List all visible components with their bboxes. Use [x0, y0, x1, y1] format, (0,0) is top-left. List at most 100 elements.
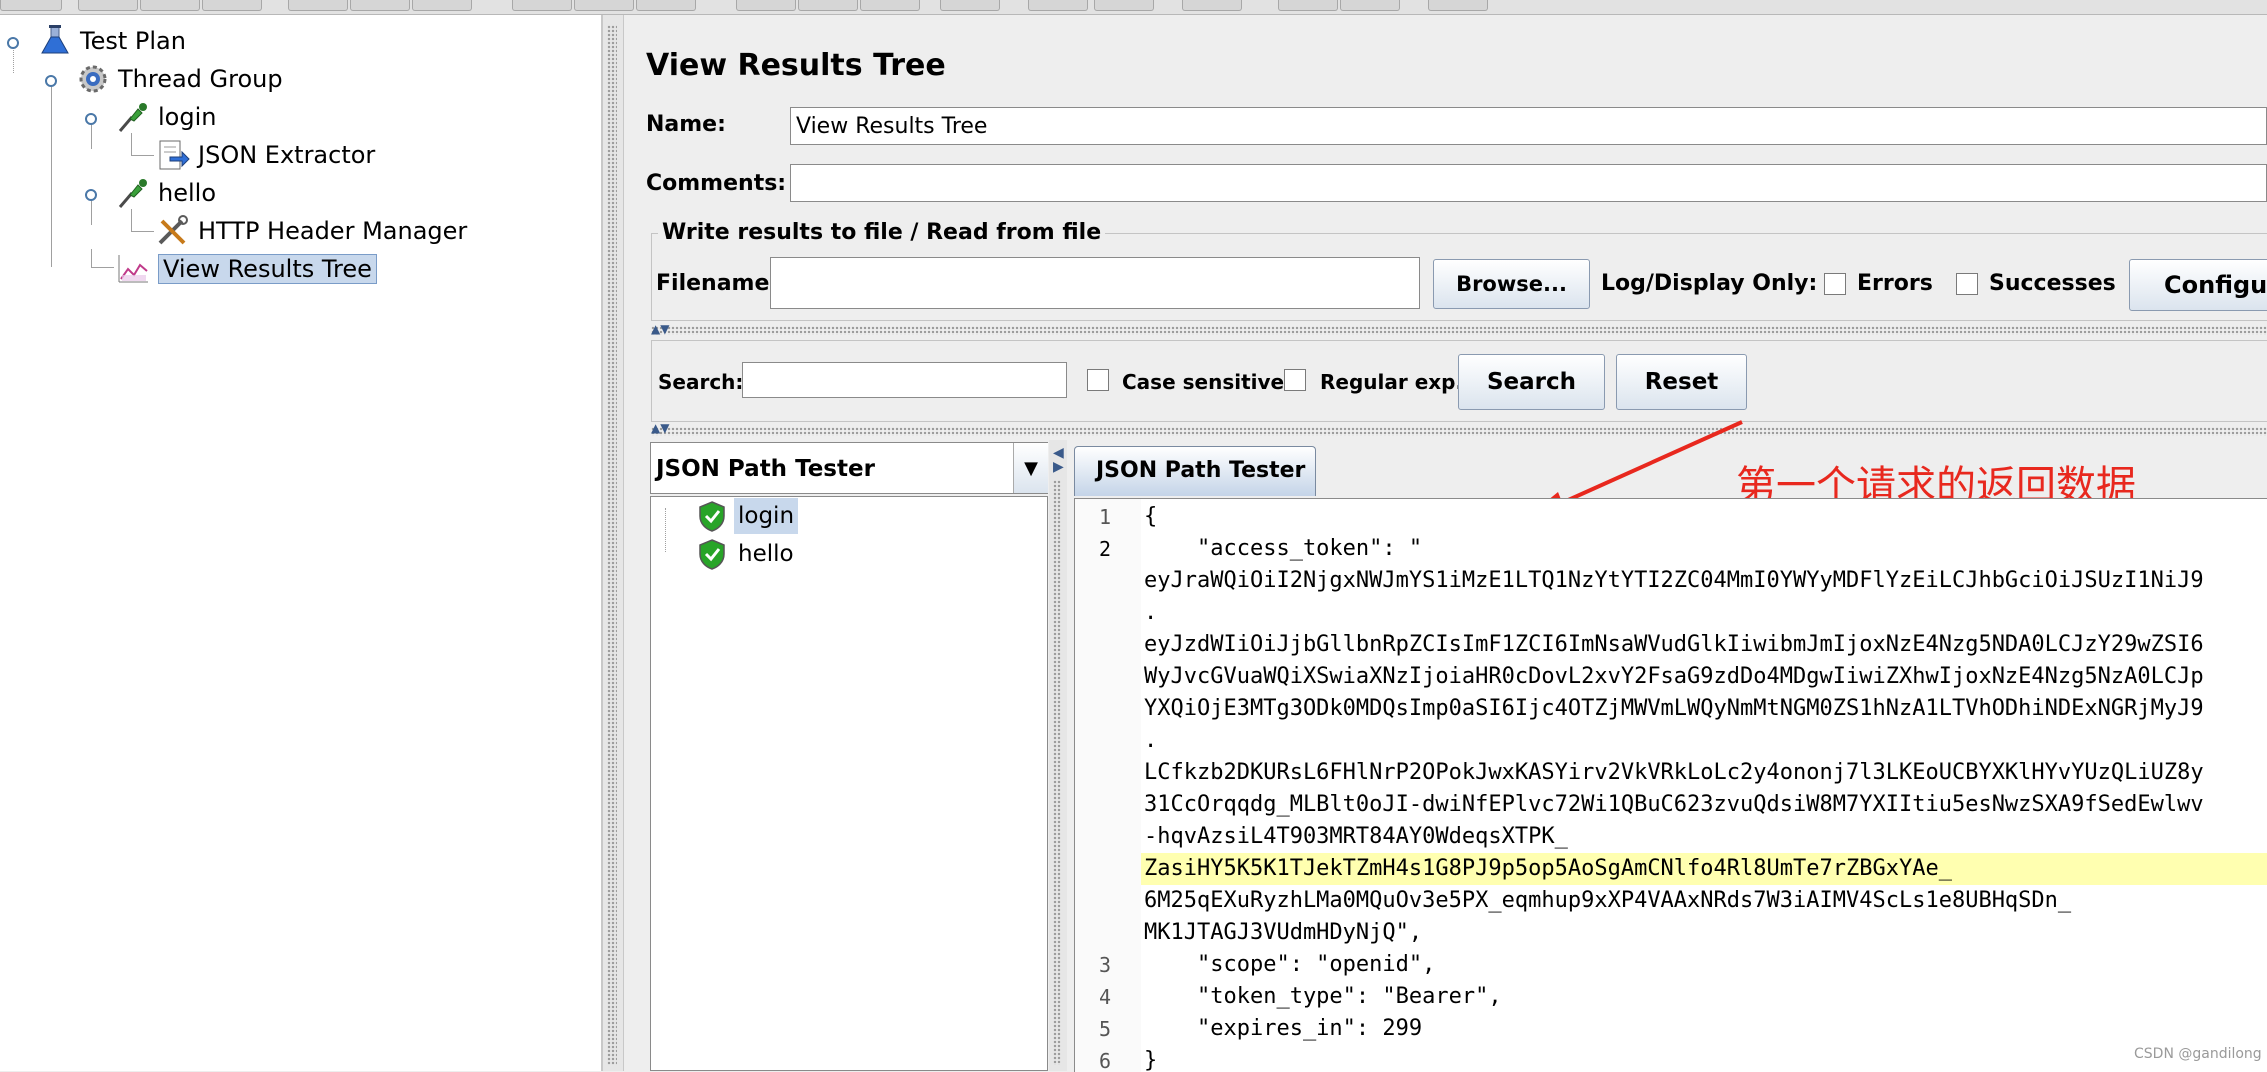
line-number: 5	[1098, 1017, 1111, 1041]
renderer-select[interactable]: JSON Path Tester ▼	[650, 442, 1048, 494]
search-button[interactable]: Search	[1458, 354, 1605, 410]
toolbar-button[interactable]	[1428, 0, 1488, 11]
regular-exp-checkbox[interactable]	[1284, 369, 1306, 391]
tree-connector	[51, 81, 52, 267]
filename-field[interactable]	[770, 257, 1420, 309]
search-input[interactable]	[742, 362, 1067, 398]
test-plan-tree: Test Plan Thread Group login JSON Extrac…	[0, 15, 602, 1071]
panel-splitter[interactable]	[602, 15, 624, 1071]
comments-label: Comments:	[646, 171, 787, 196]
configure-button[interactable]: Configure	[2129, 259, 2267, 311]
toolbar-button[interactable]	[574, 0, 634, 11]
toolbar-button[interactable]	[860, 0, 920, 11]
tree-node-label: Test Plan	[80, 27, 186, 55]
chart-icon	[116, 253, 150, 285]
tree-node-test-plan[interactable]: Test Plan	[38, 25, 186, 57]
toolbar-button[interactable]	[798, 0, 858, 11]
log-display-label: Log/Display Only:	[1601, 271, 1818, 296]
name-label: Name:	[646, 112, 726, 137]
tree-connector	[131, 133, 154, 156]
tab-json-path-tester[interactable]: JSON Path Tester	[1074, 446, 1316, 496]
results-list	[650, 496, 1048, 1071]
toolbar-button[interactable]	[350, 0, 410, 11]
case-sensitive-checkbox[interactable]	[1087, 369, 1109, 391]
toolbar-button[interactable]	[1094, 0, 1154, 11]
code-line: "access_token": "	[1144, 536, 1423, 561]
name-field[interactable]: View Results Tree	[790, 107, 2267, 145]
result-item-login[interactable]: login	[734, 498, 799, 534]
code-line: 31CcOrqqdg_MLBlt0oJI-dwiNfEPlvc72Wi1QBuC…	[1144, 792, 2204, 817]
tree-node-thread-group[interactable]: Thread Group	[76, 63, 283, 95]
code-line: YXQiOjE3MTg3ODk0MDQsImp0aSI6Ijc4OTZjMWVm…	[1144, 696, 2204, 721]
code-line: -hqvAzsiL4T903MRT84AY0WdeqsXTPK_	[1144, 824, 1568, 849]
toolbar-button[interactable]	[1182, 0, 1242, 11]
reset-button[interactable]: Reset	[1616, 354, 1747, 410]
toolbar-button[interactable]	[1340, 0, 1400, 11]
errors-checkbox[interactable]	[1824, 273, 1846, 295]
case-sensitive-label: Case sensitive	[1122, 370, 1285, 394]
collapse-arrows-icon[interactable]: ▲▼	[651, 421, 669, 435]
code-line: 6M25qEXuRyzhLMa0MQuOv3e5PX_eqmhup9xXP4VA…	[1144, 888, 2072, 913]
divider-grip[interactable]	[651, 326, 2267, 335]
tree-toggle[interactable]	[85, 113, 97, 125]
watermark: CSDN @gandilong	[2134, 1046, 2262, 1062]
toolbar-button[interactable]	[736, 0, 796, 11]
code-line: {	[1144, 504, 1158, 529]
tree-toggle[interactable]	[7, 37, 19, 49]
result-item-hello[interactable]: hello	[734, 536, 798, 572]
code-line: LCfkzb2DKURsL6FHlNrP2OPokJwxKASYirv2VkVR…	[1144, 760, 2204, 785]
successes-checkbox[interactable]	[1956, 273, 1978, 295]
divider-grip[interactable]	[651, 427, 2267, 436]
chevron-down-icon[interactable]: ▼	[1013, 443, 1048, 493]
toolbar-button[interactable]	[78, 0, 138, 11]
tree-toggle[interactable]	[85, 189, 97, 201]
errors-label: Errors	[1857, 271, 1933, 296]
tree-node-label: login	[158, 103, 217, 131]
code-line: .	[1144, 600, 1158, 625]
code-line: WyJvcGVuaWQiXSwiaXNzIjoiaHR0cDovL2xvY2Fs…	[1144, 664, 2204, 689]
comments-field[interactable]	[790, 164, 2267, 202]
toolbar-button[interactable]	[636, 0, 696, 11]
code-line: eyJraWQiOiI2NjgxNWJmYS1iMzE1LTQ1NzYtYTI2…	[1144, 568, 2204, 593]
search-label: Search:	[658, 370, 744, 394]
main-toolbar	[0, 0, 2267, 15]
tree-node-view-results-tree[interactable]: View Results Tree	[116, 253, 377, 285]
code-line: .	[1144, 728, 1158, 753]
successes-label: Successes	[1989, 271, 2116, 296]
toolbar-button[interactable]	[1028, 0, 1088, 11]
line-number: 4	[1098, 985, 1111, 1009]
extractor-icon	[156, 139, 190, 171]
success-shield-icon	[697, 538, 727, 570]
code-line: "token_type": "Bearer",	[1144, 984, 1502, 1009]
tree-node-http-header-manager[interactable]: HTTP Header Manager	[156, 215, 467, 247]
json-response-viewer[interactable]: 1 2 3 4 5 6 { "access_token": " eyJraWQiOiI2Nj…	[1074, 498, 2267, 1072]
toolbar-button[interactable]	[140, 0, 200, 11]
tree-connector	[665, 508, 688, 552]
renderer-select-value: JSON Path Tester	[656, 456, 875, 482]
toolbar-button[interactable]	[202, 0, 262, 11]
line-number: 6	[1098, 1049, 1111, 1072]
success-shield-icon	[697, 500, 727, 532]
toolbar-button[interactable]	[512, 0, 572, 11]
tree-node-hello[interactable]: hello	[116, 177, 216, 209]
toolbar-button[interactable]	[940, 0, 1000, 11]
tree-node-json-extractor[interactable]: JSON Extractor	[156, 139, 375, 171]
toolbar-button[interactable]	[412, 0, 472, 11]
tree-connector	[91, 249, 114, 268]
collapse-arrows-icon[interactable]: ▲▼	[651, 322, 669, 336]
wrench-icon	[156, 215, 190, 247]
tree-toggle[interactable]	[45, 75, 57, 87]
code-line: eyJzdWIiOiJjbGllbnRpZCIsImF1ZCI6ImNsaWVu…	[1144, 632, 2204, 657]
line-number: 1	[1098, 505, 1111, 529]
browse-button[interactable]: Browse...	[1433, 259, 1590, 309]
toolbar-button[interactable]	[0, 0, 62, 11]
tree-node-label: Thread Group	[118, 65, 283, 93]
pipette-icon	[116, 177, 150, 209]
results-splitter[interactable]: ◀ ▶	[1049, 440, 1067, 1071]
tree-node-login[interactable]: login	[116, 101, 216, 133]
toolbar-button[interactable]	[288, 0, 348, 11]
splitter-grip	[607, 25, 617, 1065]
code-line: }	[1144, 1048, 1158, 1072]
toolbar-button[interactable]	[1278, 0, 1338, 11]
splitter-arrows-icon[interactable]: ◀ ▶	[1053, 446, 1064, 474]
